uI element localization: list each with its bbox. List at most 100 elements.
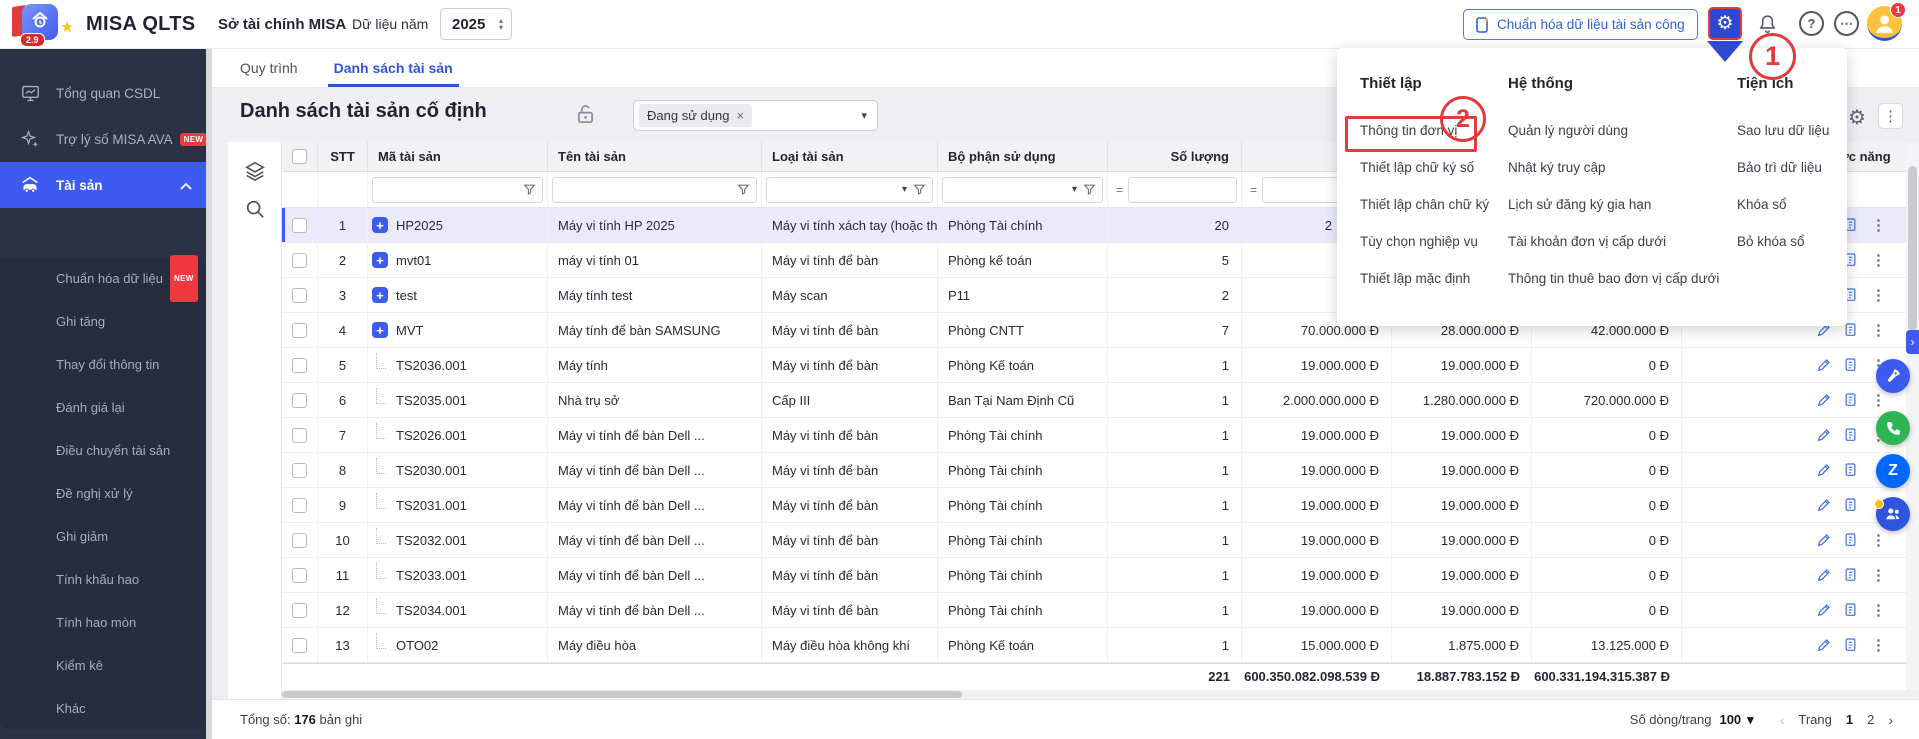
settings-menu-item[interactable]: Khóa sổ xyxy=(1737,186,1829,223)
duplicate-row-icon[interactable] xyxy=(1844,392,1859,408)
sidebar-subitem[interactable]: Điều chuyển tài sản xyxy=(0,429,206,472)
community-support-button[interactable] xyxy=(1876,497,1910,531)
settings-menu-item[interactable]: Thiết lập mặc định xyxy=(1360,260,1489,297)
expand-row-icon[interactable]: + xyxy=(372,287,388,303)
table-row[interactable]: 6TS2035.001Nhà trụ sởCấp IIIBan Tại Nam … xyxy=(282,383,1919,418)
expand-row-icon[interactable]: + xyxy=(372,217,388,233)
support-phone-button[interactable] xyxy=(1876,411,1910,445)
settings-menu-item[interactable]: Bỏ khóa sổ xyxy=(1737,223,1829,260)
edit-row-icon[interactable] xyxy=(1816,357,1832,373)
col-header-bo-phan[interactable]: Bộ phận sử dụng xyxy=(938,142,1108,171)
edit-row-icon[interactable] xyxy=(1816,462,1832,478)
row-checkbox[interactable] xyxy=(292,463,307,478)
column-settings-icon[interactable]: ⚙ xyxy=(1848,105,1866,130)
row-checkbox[interactable] xyxy=(292,253,307,268)
vertical-scrollbar[interactable] xyxy=(1906,142,1919,690)
sidebar-subitem[interactable]: Tính khấu hao xyxy=(0,558,206,601)
table-more-button[interactable]: ⋮ xyxy=(1878,103,1903,129)
sidebar-item-assets[interactable]: Tài sản xyxy=(0,162,212,208)
row-more-icon[interactable]: ⋮ xyxy=(1871,216,1886,234)
table-row[interactable]: 5TS2036.001Máy tínhMáy vi tính để bànPhò… xyxy=(282,348,1919,383)
scrollbar-thumb[interactable] xyxy=(282,691,962,698)
sidebar-item-ava-assistant[interactable]: Trợ lý số MISA AVA NEW xyxy=(0,116,212,162)
row-checkbox[interactable] xyxy=(292,498,307,513)
row-checkbox[interactable] xyxy=(292,568,307,583)
sidebar-subitem[interactable]: Tính hao mòn xyxy=(0,601,206,644)
duplicate-row-icon[interactable] xyxy=(1844,497,1859,513)
row-checkbox[interactable] xyxy=(292,218,307,233)
col-header-loai-tai-san[interactable]: Loại tài sản xyxy=(762,142,938,171)
row-more-icon[interactable]: ⋮ xyxy=(1871,531,1886,549)
duplicate-row-icon[interactable] xyxy=(1844,322,1859,338)
table-row[interactable]: 8TS2030.001Máy vi tính để bàn Dell ...Má… xyxy=(282,453,1919,488)
sidebar-subitem[interactable]: Ghi tăng xyxy=(0,300,206,343)
notifications-bell-icon[interactable] xyxy=(1755,11,1780,36)
sidebar-scrollbar[interactable] xyxy=(206,49,212,739)
scrollbar-thumb[interactable] xyxy=(1908,166,1917,331)
row-checkbox[interactable] xyxy=(292,603,307,618)
filter-loai-tai-san[interactable]: ▾ xyxy=(762,172,938,207)
next-page-button[interactable]: › xyxy=(1888,712,1893,728)
page-number[interactable]: 2 xyxy=(1867,712,1874,727)
table-row[interactable]: 11TS2033.001Máy vi tính để bàn Dell ...M… xyxy=(282,558,1919,593)
sidebar-subitem[interactable]: Khác xyxy=(0,687,206,730)
sidebar-subitem[interactable]: Ghi giảm xyxy=(0,515,206,558)
edit-row-icon[interactable] xyxy=(1816,392,1832,408)
edit-row-icon[interactable] xyxy=(1816,497,1832,513)
filter-bo-phan[interactable]: ▾ xyxy=(938,172,1108,207)
col-header-ma-tai-san[interactable]: Mã tài sản xyxy=(368,142,548,171)
remove-filter-icon[interactable]: × xyxy=(736,108,744,123)
edit-row-icon[interactable] xyxy=(1816,637,1832,653)
filter-tag[interactable]: Đang sử dụng × xyxy=(639,104,752,127)
sidebar-item-overview[interactable]: Tổng quan CSDL xyxy=(0,70,212,116)
settings-menu-item[interactable]: Bảo trì dữ liệu xyxy=(1737,149,1829,186)
edit-row-icon[interactable] xyxy=(1816,567,1832,583)
sidebar-subitem[interactable]: Đề nghị xử lý xyxy=(0,472,206,515)
sidebar-subitem[interactable]: Đánh giá lại xyxy=(0,386,206,429)
col-header-stt[interactable]: STT xyxy=(318,142,368,171)
settings-menu-item[interactable]: Thông tin thuê bao đơn vị cấp dưới xyxy=(1508,260,1719,297)
duplicate-row-icon[interactable] xyxy=(1844,532,1859,548)
duplicate-row-icon[interactable] xyxy=(1844,462,1859,478)
table-row[interactable]: 10TS2032.001Máy vi tính để bàn Dell ...M… xyxy=(282,523,1919,558)
expand-row-icon[interactable]: + xyxy=(372,322,388,338)
year-selector[interactable]: 2025 ▴ ▾ xyxy=(440,8,512,40)
table-row[interactable]: 13OTO02Máy điều hòaMáy điều hòa không kh… xyxy=(282,628,1919,663)
settings-menu-item[interactable]: Nhật ký truy cập xyxy=(1508,149,1719,186)
horizontal-scrollbar[interactable] xyxy=(282,690,1919,699)
prev-page-button[interactable]: ‹ xyxy=(1780,712,1785,728)
row-checkbox[interactable] xyxy=(292,323,307,338)
settings-menu-item[interactable]: Sao lưu dữ liệu xyxy=(1737,112,1829,149)
duplicate-row-icon[interactable] xyxy=(1844,602,1859,618)
duplicate-row-icon[interactable] xyxy=(1844,637,1859,653)
more-options-icon[interactable]: ⋯ xyxy=(1834,11,1859,36)
duplicate-row-icon[interactable] xyxy=(1844,567,1859,583)
select-all-checkbox[interactable] xyxy=(292,149,307,164)
sidebar-subitem[interactable]: Thay đổi thông tin xyxy=(0,343,206,386)
edit-row-icon[interactable] xyxy=(1816,602,1832,618)
col-header-so-luong[interactable]: Số lượng xyxy=(1108,142,1242,171)
settings-menu-item[interactable]: Tùy chọn nghiệp vụ xyxy=(1360,223,1489,260)
settings-menu-item[interactable]: Quản lý người dùng xyxy=(1508,112,1719,149)
year-spinner[interactable]: ▴ ▾ xyxy=(499,17,511,31)
filter-so-luong[interactable]: = xyxy=(1108,172,1242,207)
settings-menu-item[interactable]: Lịch sử đăng ký gia hạn xyxy=(1508,186,1719,223)
filter-ma-tai-san[interactable] xyxy=(368,172,548,207)
row-more-icon[interactable]: ⋮ xyxy=(1871,321,1886,339)
row-more-icon[interactable]: ⋮ xyxy=(1871,636,1886,654)
equals-operator[interactable]: = xyxy=(1250,183,1257,197)
zalo-chat-button[interactable]: Z xyxy=(1876,454,1910,488)
row-checkbox[interactable] xyxy=(292,393,307,408)
table-row[interactable]: 12TS2034.001Máy vi tính để bàn Dell ...M… xyxy=(282,593,1919,628)
expand-panel-handle[interactable]: › xyxy=(1906,330,1919,354)
search-icon[interactable] xyxy=(244,198,266,225)
help-icon[interactable]: ? xyxy=(1799,11,1824,36)
row-more-icon[interactable]: ⋮ xyxy=(1871,286,1886,304)
row-checkbox[interactable] xyxy=(292,533,307,548)
view-filter-dropdown[interactable]: Đang sử dụng × ▾ xyxy=(633,100,878,131)
filter-ten-tai-san[interactable] xyxy=(548,172,762,207)
sidebar-subitem[interactable]: Chuẩn hóa dữ liệuNEW xyxy=(0,257,206,300)
sidebar-subitem[interactable]: Kiểm kê xyxy=(0,644,206,687)
row-checkbox[interactable] xyxy=(292,638,307,653)
layers-icon[interactable] xyxy=(244,160,266,187)
